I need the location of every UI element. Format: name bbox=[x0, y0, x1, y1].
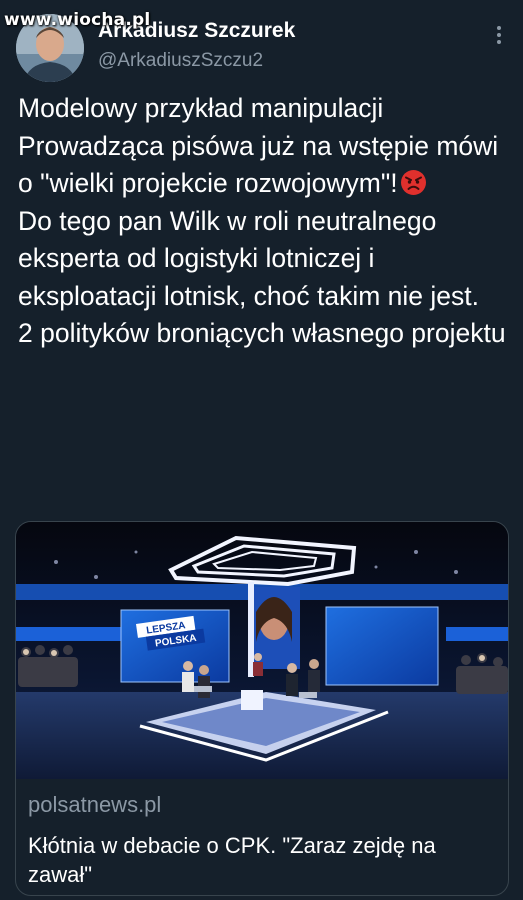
angry-face-icon bbox=[400, 169, 427, 196]
more-options-icon[interactable] bbox=[495, 24, 503, 46]
tweet-line: 2 polityków broniących własnego projektu bbox=[18, 318, 506, 348]
handle[interactable]: @ArkadiuszSzczu2 bbox=[98, 46, 295, 76]
tweet-text: Modelowy przykład manipulacji Prowadząca… bbox=[18, 90, 510, 353]
tweet-line: Modelowy przykład manipulacji bbox=[18, 93, 384, 123]
card-title[interactable]: Kłótnia w debacie o CPK. "Zaraz zejdę na… bbox=[28, 831, 498, 889]
watermark: www.wiocha.pl bbox=[4, 10, 151, 30]
tweet-line: Prowadząca pisówa już na wstępie mówi o … bbox=[18, 130, 499, 199]
card-image[interactable]: LEPSZA POLSKA bbox=[16, 522, 508, 779]
link-card[interactable]: LEPSZA POLSKA polsatnews.pl Kłótnia w de… bbox=[15, 521, 509, 896]
card-domain[interactable]: polsatnews.pl bbox=[28, 792, 161, 818]
tweet-line: Do tego pan Wilk w roli neutralnego eksp… bbox=[18, 205, 480, 311]
